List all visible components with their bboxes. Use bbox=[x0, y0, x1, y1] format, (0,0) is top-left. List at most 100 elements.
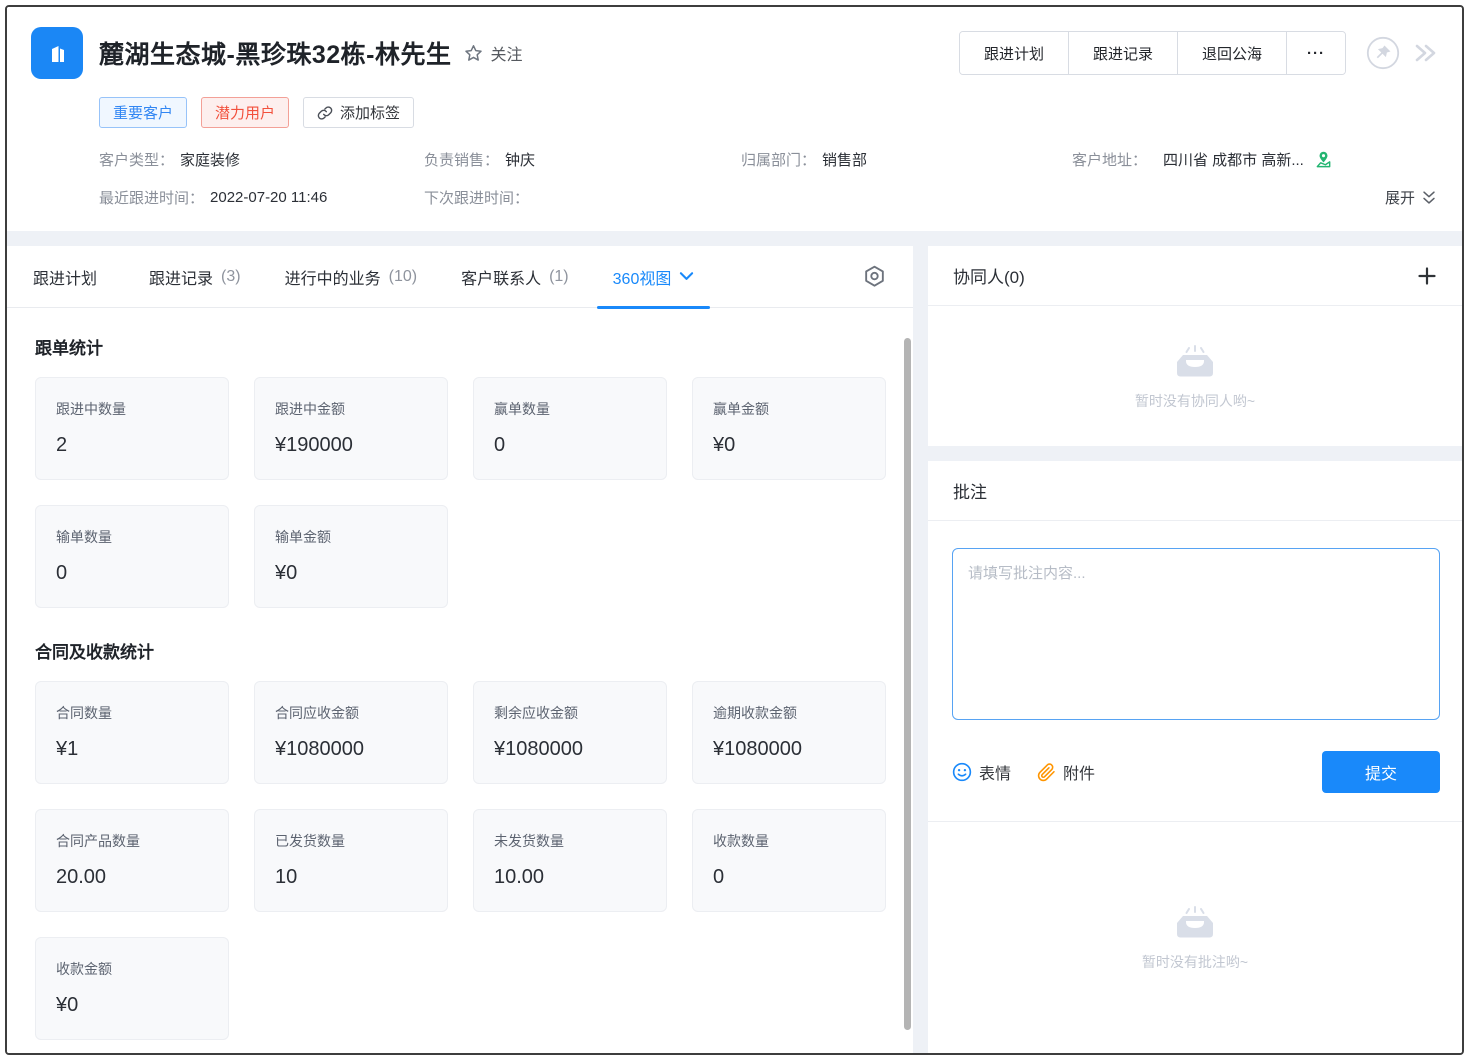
tab-follow-record[interactable]: 跟进记录(3) bbox=[149, 265, 241, 289]
stat-card: 收款金额 ¥0 bbox=[35, 937, 229, 1040]
stat-label: 未发货数量 bbox=[494, 831, 646, 851]
tab-count: (1) bbox=[549, 268, 569, 286]
field-department: 归属部门： 销售部 bbox=[741, 149, 1072, 170]
tab-customer-contacts[interactable]: 客户联系人 (1) bbox=[461, 265, 569, 289]
pin-icon[interactable] bbox=[1366, 36, 1400, 70]
stat-label: 赢单金额 bbox=[713, 399, 865, 419]
tab-label: 进行中的业务 bbox=[285, 265, 381, 289]
double-chevron-down-icon bbox=[1420, 189, 1438, 207]
customer-header: 麓湖生态城-黑珍珠32栋-林先生 关注 跟进计划 跟进记录 退回公海 ··· bbox=[7, 7, 1462, 231]
collapse-right-icon[interactable] bbox=[1412, 42, 1438, 64]
field-last-follow-time: 最近跟进时间： 2022-07-20 11:46 bbox=[99, 187, 424, 208]
emoji-label: 表情 bbox=[979, 760, 1011, 784]
return-public-sea-button[interactable]: 退回公海 bbox=[1177, 32, 1286, 74]
contract-stats-grid: 合同数量 ¥1 合同应收金额 ¥1080000 剩余应收金额 ¥1080000 … bbox=[35, 681, 887, 1040]
tab-label: 跟进计划 bbox=[33, 265, 97, 289]
stat-value: ¥1080000 bbox=[713, 738, 865, 761]
stat-label: 输单数量 bbox=[56, 527, 208, 547]
stat-card: 合同数量 ¥1 bbox=[35, 681, 229, 784]
stat-label: 逾期收款金额 bbox=[713, 703, 865, 723]
field-label: 下次跟进时间： bbox=[424, 187, 529, 208]
tab-count: (3) bbox=[221, 268, 241, 286]
chevron-down-icon bbox=[679, 271, 694, 282]
tag-important-customer[interactable]: 重要客户 bbox=[99, 97, 187, 128]
field-sales-owner: 负责销售： 钟庆 bbox=[424, 149, 741, 170]
stat-label: 合同数量 bbox=[56, 703, 208, 723]
stat-card: 赢单金额 ¥0 bbox=[692, 377, 886, 480]
link-icon bbox=[317, 105, 333, 121]
stat-value: ¥0 bbox=[56, 994, 208, 1017]
collaborators-empty-state: 暂时没有协同人哟~ bbox=[928, 306, 1462, 446]
section-title-follow-stats: 跟单统计 bbox=[35, 334, 887, 359]
stat-card: 已发货数量 10 bbox=[254, 809, 448, 912]
tab-count: (10) bbox=[389, 268, 417, 286]
stat-value: 10.00 bbox=[494, 866, 646, 889]
comment-input[interactable] bbox=[952, 548, 1440, 720]
stat-value: ¥0 bbox=[275, 562, 427, 585]
add-tag-button[interactable]: 添加标签 bbox=[303, 97, 414, 128]
stat-value: ¥1080000 bbox=[275, 738, 427, 761]
stat-card: 合同产品数量 20.00 bbox=[35, 809, 229, 912]
field-label: 最近跟进时间： bbox=[99, 187, 204, 208]
follow-stats-grid: 跟进中数量 2 跟进中金额 ¥190000 赢单数量 0 赢单金额 ¥0 bbox=[35, 377, 887, 608]
field-label: 客户类型： bbox=[99, 149, 174, 170]
tag-potential-user[interactable]: 潜力用户 bbox=[201, 97, 289, 128]
emoji-button[interactable]: 表情 bbox=[952, 760, 1011, 784]
add-tag-label: 添加标签 bbox=[340, 102, 400, 123]
customer-avatar bbox=[31, 27, 83, 79]
stat-value: ¥1 bbox=[56, 738, 208, 761]
more-actions-button[interactable]: ··· bbox=[1286, 32, 1345, 74]
app-window: 麓湖生态城-黑珍珠32栋-林先生 关注 跟进计划 跟进记录 退回公海 ··· bbox=[5, 5, 1464, 1055]
field-value: 家庭装修 bbox=[180, 149, 240, 170]
comment-toolbar: 表情 附件 提交 bbox=[952, 751, 1440, 793]
field-label: 归属部门： bbox=[741, 149, 816, 170]
collaborators-empty-text: 暂时没有协同人哟~ bbox=[1135, 391, 1255, 411]
stat-card: 跟进中金额 ¥190000 bbox=[254, 377, 448, 480]
stat-label: 已发货数量 bbox=[275, 831, 427, 851]
main-panel: 跟进计划 跟进记录(3) 进行中的业务 (10) 客户联系人 (1) 360视图 bbox=[7, 246, 913, 1053]
tab-ongoing-business[interactable]: 进行中的业务 (10) bbox=[285, 265, 417, 289]
stat-value: 0 bbox=[713, 866, 865, 889]
comments-title: 批注 bbox=[953, 478, 987, 503]
side-panel: 协同人(0) bbox=[928, 246, 1462, 1053]
tab-label: 360视图 bbox=[613, 265, 672, 289]
follow-plan-button[interactable]: 跟进计划 bbox=[960, 32, 1068, 74]
stats-body: 跟单统计 跟进中数量 2 跟进中金额 ¥190000 赢单数量 0 bbox=[7, 308, 913, 1053]
stat-card: 逾期收款金额 ¥1080000 bbox=[692, 681, 886, 784]
collaborators-card: 协同人(0) bbox=[928, 246, 1462, 446]
map-pin-icon[interactable] bbox=[1314, 150, 1333, 169]
attachment-button[interactable]: 附件 bbox=[1037, 760, 1095, 784]
tab-label: 客户联系人 bbox=[461, 265, 541, 289]
stat-value: 2 bbox=[56, 434, 208, 457]
stat-value: ¥190000 bbox=[275, 434, 427, 457]
field-value: 2022-07-20 11:46 bbox=[210, 189, 327, 206]
stat-value: ¥0 bbox=[713, 434, 865, 457]
expand-button[interactable]: 展开 bbox=[1385, 187, 1438, 208]
field-customer-type: 客户类型： 家庭装修 bbox=[99, 149, 424, 170]
field-address: 客户地址： 四川省 成都市 高新... bbox=[1072, 149, 1333, 170]
building-icon bbox=[43, 39, 71, 67]
stat-card: 跟进中数量 2 bbox=[35, 377, 229, 480]
collaborators-title: 协同人(0) bbox=[953, 263, 1025, 288]
stat-card: 赢单数量 0 bbox=[473, 377, 667, 480]
tab-settings-button[interactable] bbox=[862, 264, 887, 289]
follow-record-button[interactable]: 跟进记录 bbox=[1068, 32, 1177, 74]
submit-comment-button[interactable]: 提交 bbox=[1322, 751, 1440, 793]
stat-label: 合同应收金额 bbox=[275, 703, 427, 723]
tab-follow-plan[interactable]: 跟进计划 bbox=[33, 265, 105, 289]
field-value: 钟庆 bbox=[505, 149, 535, 170]
field-value: 销售部 bbox=[822, 149, 867, 170]
empty-inbox-icon bbox=[1172, 903, 1218, 941]
comments-empty-state: 暂时没有批注哟~ bbox=[928, 822, 1462, 1053]
follow-button[interactable]: 关注 bbox=[463, 41, 522, 65]
smiley-icon bbox=[952, 762, 972, 782]
tab-360-view[interactable]: 360视图 bbox=[613, 265, 695, 289]
scrollbar[interactable] bbox=[904, 338, 911, 1030]
stat-value: ¥1080000 bbox=[494, 738, 646, 761]
gear-icon bbox=[862, 264, 887, 289]
add-collaborator-button[interactable] bbox=[1417, 266, 1437, 286]
stat-label: 剩余应收金额 bbox=[494, 703, 646, 723]
follow-label: 关注 bbox=[490, 41, 522, 65]
comments-card: 批注 表情 bbox=[928, 461, 1462, 1053]
page-title: 麓湖生态城-黑珍珠32栋-林先生 bbox=[99, 35, 451, 71]
